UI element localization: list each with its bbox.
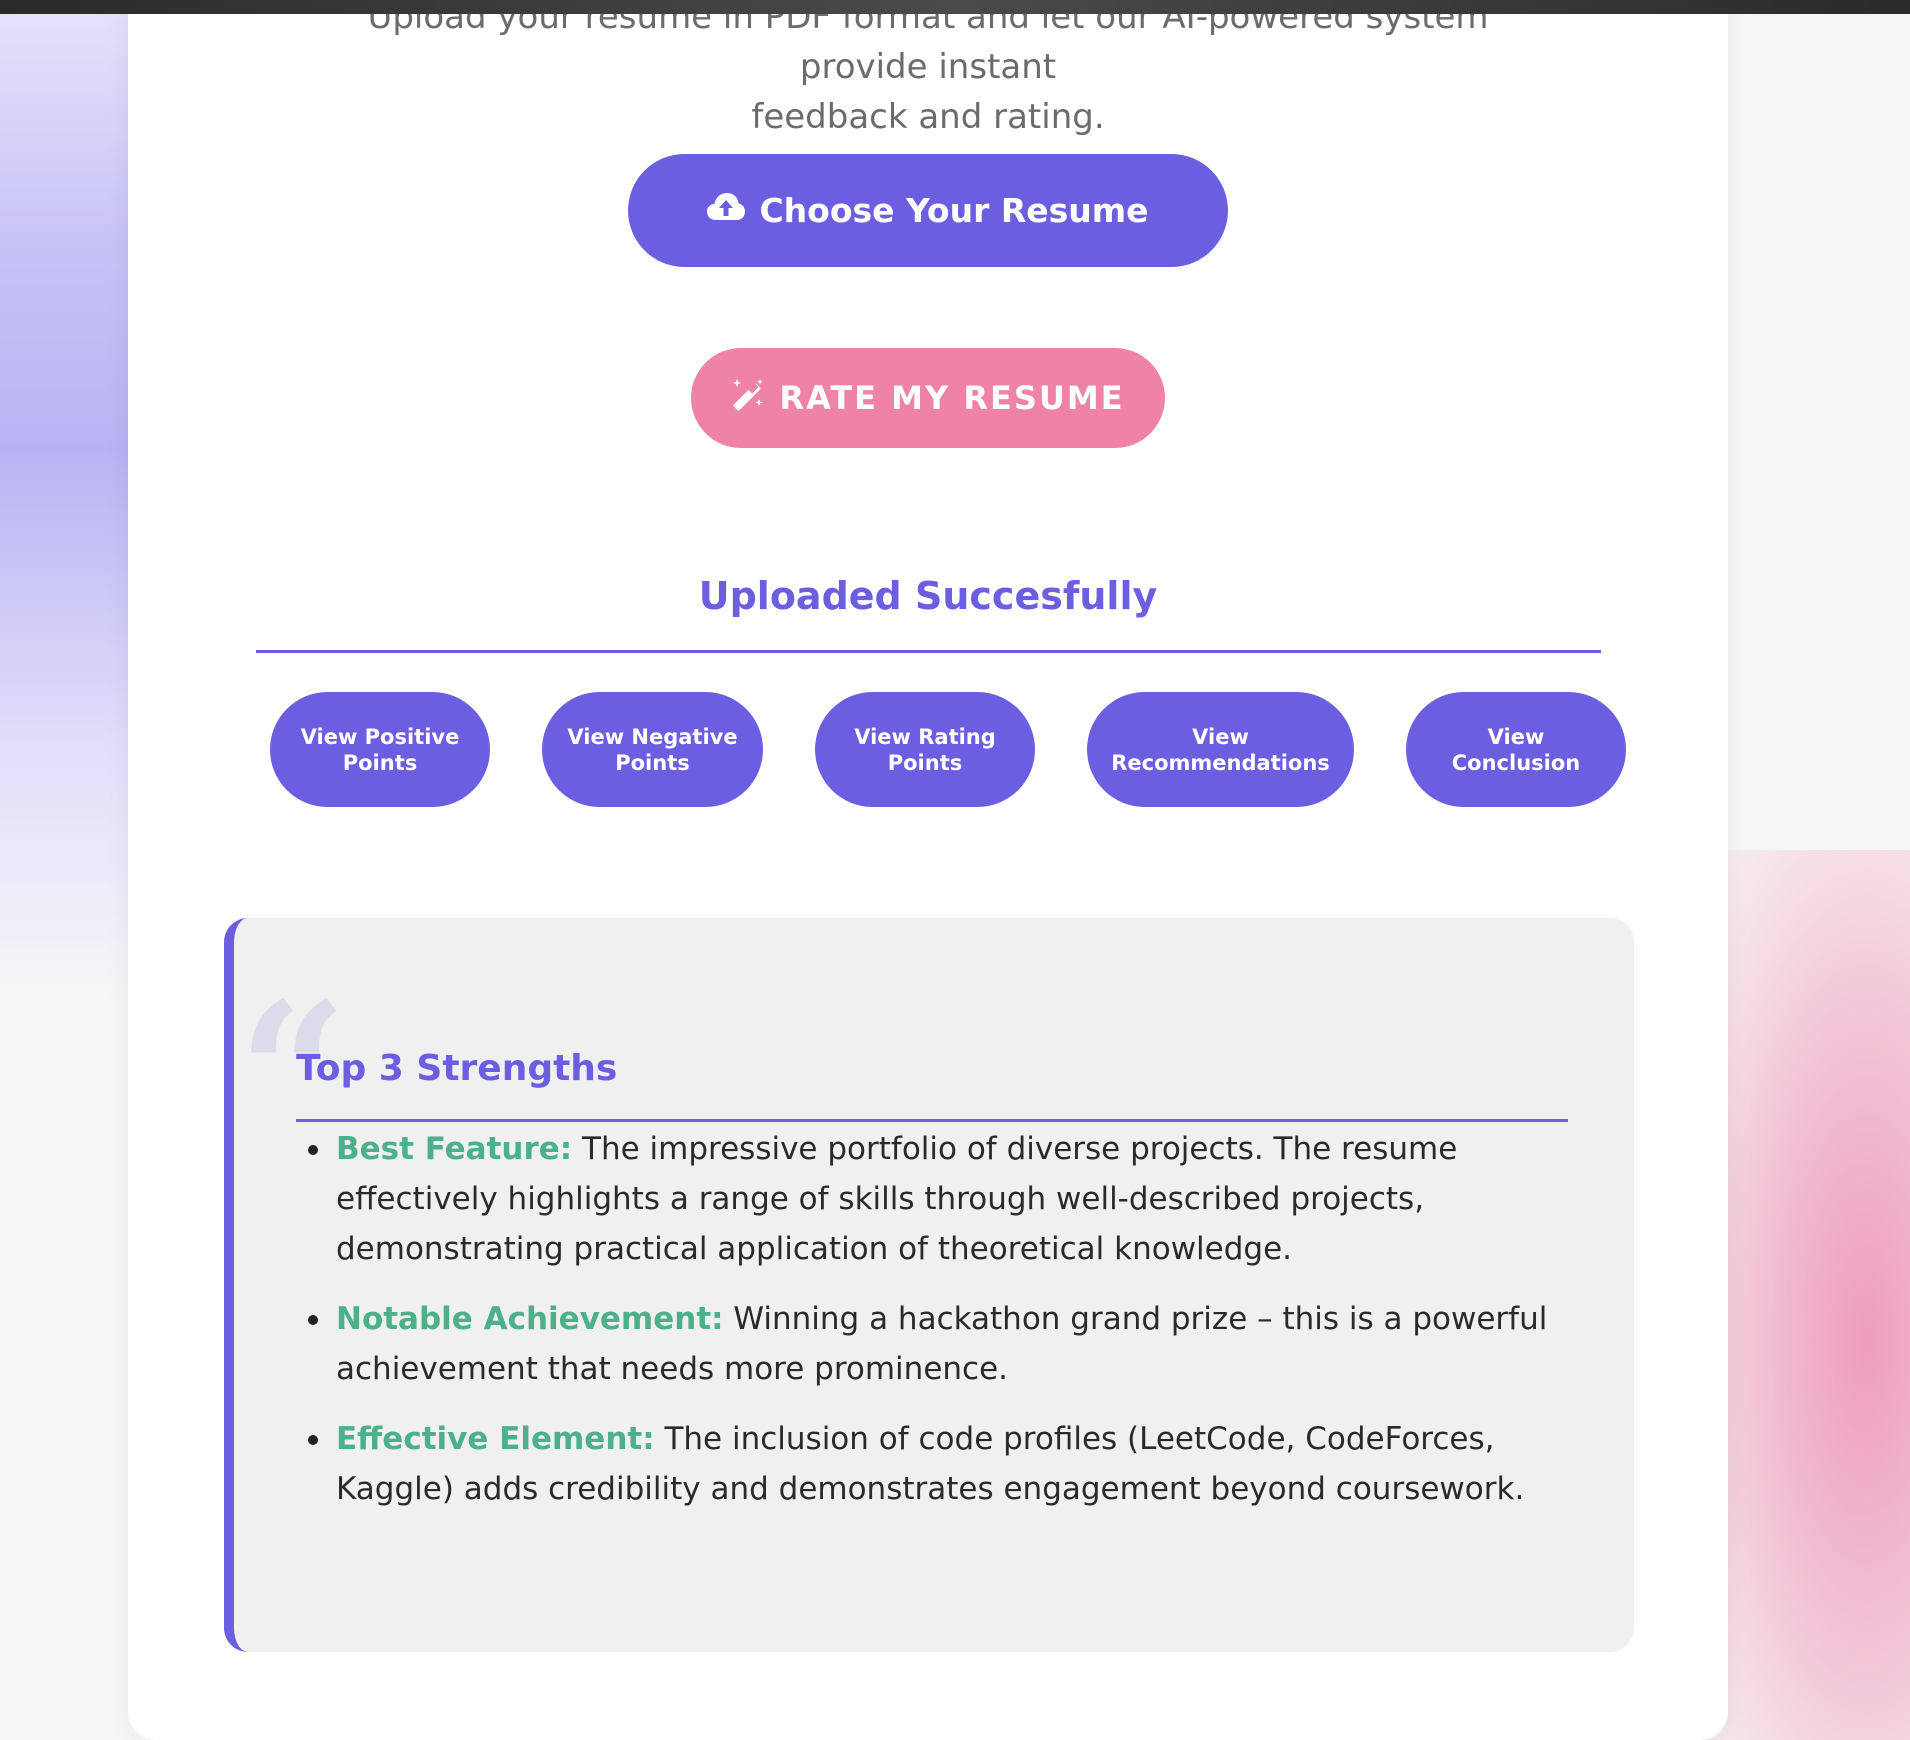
rate-resume-button[interactable]: RATE MY RESUME [691, 348, 1165, 448]
upload-status-title: Uploaded Succesfully [698, 574, 1158, 618]
view-negative-points-line-2: Points [615, 750, 690, 775]
view-rating-points-line-1: View Rating [854, 724, 996, 749]
strengths-divider [296, 1119, 1568, 1122]
strengths-title: Top 3 Strengths [296, 1048, 618, 1089]
cloud-upload-icon [707, 191, 746, 230]
choose-resume-button[interactable]: Choose Your Resume [628, 154, 1228, 267]
view-recommendations-line-1: View [1192, 724, 1249, 749]
view-recommendations-button[interactable]: View Recommendations [1087, 692, 1354, 807]
view-conclusion-line-1: View [1487, 724, 1545, 749]
intro-line-2: feedback and rating. [751, 97, 1105, 137]
view-conclusion-button[interactable]: View Conclusion [1406, 692, 1626, 807]
choose-resume-label: Choose Your Resume [759, 191, 1149, 230]
view-positive-points-line-2: Points [342, 750, 418, 775]
strengths-list: Best Feature: The impressive portfolio o… [296, 1124, 1616, 1534]
view-positive-points-line-1: View Positive [300, 724, 460, 749]
strength-item: Best Feature: The impressive portfolio o… [308, 1124, 1616, 1274]
view-rating-points-button[interactable]: View Rating Points [815, 692, 1035, 807]
strengths-panel: “ Top 3 Strengths Best Feature: The impr… [224, 918, 1634, 1652]
view-rating-points-line-2: Points [887, 750, 963, 775]
strength-label: Best Feature: [336, 1131, 573, 1167]
section-divider [256, 650, 1601, 653]
strength-item: Notable Achievement: Winning a hackathon… [308, 1294, 1616, 1394]
view-positive-points-button[interactable]: View Positive Points [270, 692, 490, 807]
view-recommendations-line-2: Recommendations [1111, 750, 1330, 775]
magic-wand-icon [731, 377, 765, 419]
strength-label: Effective Element: [336, 1421, 655, 1457]
view-negative-points-button[interactable]: View Negative Points [542, 692, 763, 807]
view-negative-points-line-1: View Negative [567, 724, 738, 749]
intro-text: Upload your resume in PDF format and let… [328, 0, 1528, 142]
main-card: Upload your resume in PDF format and let… [128, 0, 1728, 1740]
rate-resume-label: RATE MY RESUME [779, 379, 1125, 417]
strength-item: Effective Element: The inclusion of code… [308, 1414, 1616, 1514]
strength-label: Notable Achievement: [336, 1301, 724, 1337]
view-conclusion-line-2: Conclusion [1451, 750, 1581, 775]
window-top-bar [0, 0, 1910, 14]
